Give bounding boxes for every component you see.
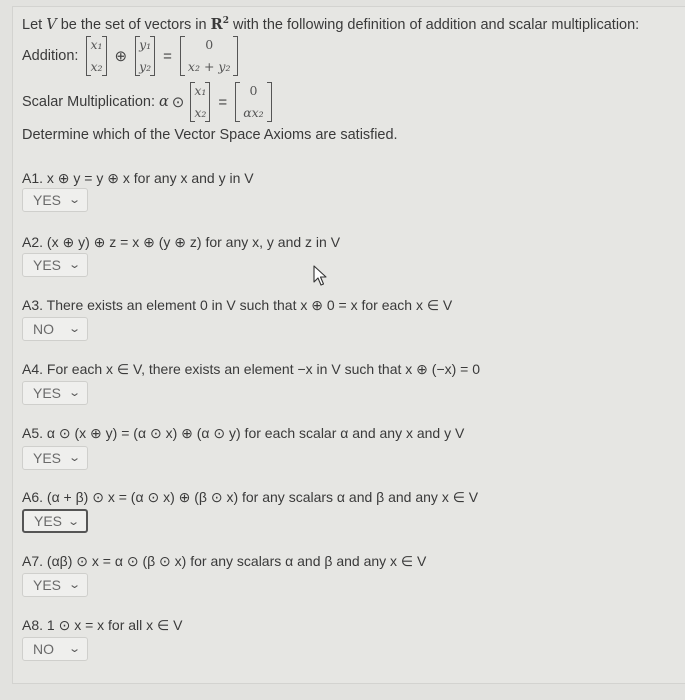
odot-symbol: ⊙ [171,94,185,111]
axiom-text: (α + β) ⊙ x = (α ⊙ x) ⊕ (β ⊙ x) for any … [46,489,479,505]
chevron-down-icon: ⌄ [67,452,81,464]
axiom-a7: A7. (αβ) ⊙ x = α ⊙ (β ⊙ x) for any scala… [22,553,427,569]
scalar-definition: Scalar Multiplication: α ⊙ x₁ x₂ = 0 αx₂ [22,79,639,125]
axiom-text: For each x ∈ V, there exists an element … [46,361,481,377]
axiom-text: (x ⊕ y) ⊕ z = x ⊕ (y ⊕ z) for any x, y a… [46,234,341,250]
axiom-a8: A8. 1 ⊙ x = x for all x ∈ V [22,617,183,633]
axiom-text: x ⊕ y = y ⊕ x for any x and y in V [46,170,254,186]
oplus-symbol: ⊕ [114,48,128,65]
problem-statement: Let V be the set of vectors in R2 with t… [22,16,639,143]
axiom-a4-select[interactable]: YES ⌄ [22,381,88,405]
axiom-text: There exists an element 0 in V such that… [46,297,453,313]
vector-y: y₁ y₂ [135,36,156,76]
axiom-text: α ⊙ (x ⊕ y) = (α ⊙ x) ⊕ (α ⊙ y) for each… [46,425,465,441]
axiom-a8-select[interactable]: NO ⌄ [22,637,88,661]
axiom-a3-select[interactable]: NO ⌄ [22,317,88,341]
mouse-pointer-icon [313,265,327,286]
axiom-a3: A3. There exists an element 0 in V such … [22,297,453,313]
instruction-text: Determine which of the Vector Space Axio… [22,127,398,143]
addition-result: 0 x₂ + y₂ [179,36,239,76]
equals-symbol: = [218,93,228,111]
axiom-a1: A1. x ⊕ y = y ⊕ x for any x and y in V [22,170,254,186]
axiom-a5-select[interactable]: YES ⌄ [22,446,88,470]
axiom-a1-select[interactable]: YES ⌄ [22,188,88,212]
equals-symbol: = [163,47,172,65]
scalar-result: 0 αx₂ [235,82,272,122]
chevron-down-icon: ⌄ [67,579,81,591]
intro-line: Let V be the set of vectors in R2 with t… [22,16,640,33]
axiom-text: (αβ) ⊙ x = α ⊙ (β ⊙ x) for any scalars α… [46,553,427,569]
chevron-down-icon: ⌄ [66,516,80,528]
vector-x: x₁ x₂ [86,36,107,76]
axiom-a4: A4. For each x ∈ V, there exists an elem… [22,361,481,377]
chevron-down-icon: ⌄ [67,323,81,335]
chevron-down-icon: ⌄ [67,387,81,399]
axiom-a7-select[interactable]: YES ⌄ [22,573,88,597]
axiom-a2: A2. (x ⊕ y) ⊕ z = x ⊕ (y ⊕ z) for any x,… [22,234,341,250]
axiom-a5: A5. α ⊙ (x ⊕ y) = (α ⊙ x) ⊕ (α ⊙ y) for … [22,425,465,441]
axiom-text: 1 ⊙ x = x for all x ∈ V [46,617,183,633]
chevron-down-icon: ⌄ [67,194,81,206]
addition-definition: Addition: x₁ x₂ ⊕ y₁ y₂ = 0 x₂ + y₂ [22,33,639,79]
set-V: V [46,17,57,33]
axiom-a6-select[interactable]: YES ⌄ [22,509,88,533]
axiom-a6: A6. (α + β) ⊙ x = (α ⊙ x) ⊕ (β ⊙ x) for … [22,489,479,505]
vector-x: x₁ x₂ [190,82,211,122]
real-space: R2 [210,16,229,33]
chevron-down-icon: ⌄ [67,643,81,655]
axiom-a2-select[interactable]: YES ⌄ [22,253,88,277]
chevron-down-icon: ⌄ [67,259,81,271]
